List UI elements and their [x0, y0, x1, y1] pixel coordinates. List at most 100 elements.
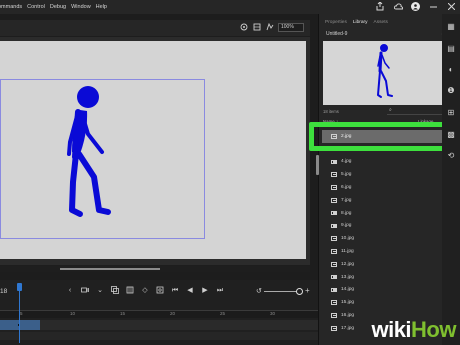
blank-keyframe-icon[interactable]: [156, 286, 164, 295]
library-item[interactable]: 8.jpg: [322, 207, 446, 220]
library-item[interactable]: 15.jpg: [322, 296, 446, 309]
playhead[interactable]: [17, 283, 22, 343]
menu-window[interactable]: Window: [71, 4, 91, 10]
stage-area: [0, 37, 310, 265]
current-frame-number: 18: [0, 288, 8, 295]
highlight-box: [309, 122, 452, 151]
stage-toolbar: 100%: [0, 20, 310, 36]
library-item[interactable]: 11.jpg: [322, 245, 446, 258]
document-name: Untitled-9: [326, 31, 348, 37]
info-icon[interactable]: ❶: [446, 86, 456, 96]
timeline-layer-row[interactable]: [0, 320, 318, 330]
edit-multiple-frames-icon[interactable]: [126, 286, 134, 295]
image-icon: [331, 274, 337, 280]
image-icon: [331, 313, 337, 318]
zoom-field[interactable]: 100%: [278, 23, 304, 32]
library-item[interactable]: 5.jpg: [322, 168, 446, 181]
frame-ruler[interactable]: 5 10 15 20 25 30: [0, 310, 318, 318]
stage-horizontal-scrollbar[interactable]: [0, 266, 310, 272]
chevron-left-icon[interactable]: ‹: [66, 286, 74, 295]
tab-library[interactable]: Library: [353, 20, 368, 25]
image-icon: [331, 159, 337, 165]
library-item[interactable]: 13.jpg: [322, 271, 446, 284]
clip-icon[interactable]: [252, 23, 261, 32]
library-item-label: 11.jpg: [341, 248, 354, 254]
watermark-wiki: wiki: [371, 317, 412, 342]
step-back-icon[interactable]: ◀: [186, 286, 194, 295]
share-icon[interactable]: [375, 1, 385, 11]
image-icon: [331, 300, 337, 305]
library-item[interactable]: 7.jpg: [322, 194, 446, 207]
scrollbar-thumb[interactable]: [60, 268, 160, 270]
library-item[interactable]: 14.jpg: [322, 284, 446, 297]
timeline-panel: 18 ‹ ⌄ ◇ ⏮ ◀ ▶ ⏭ ↺ + 5 10 15 20 25 30: [0, 280, 318, 345]
image-icon: [331, 223, 337, 229]
pasteboard: [0, 41, 306, 259]
history-icon[interactable]: ⟲: [446, 151, 456, 161]
library-item-label: 6.jpg: [341, 184, 352, 190]
library-item[interactable]: 10.jpg: [322, 232, 446, 245]
search-icon: ⌕: [389, 107, 392, 113]
onion-skin-icon[interactable]: [111, 286, 119, 295]
image-icon: [331, 326, 337, 331]
camera-icon[interactable]: [81, 286, 89, 295]
library-item-label: 17.jpg: [341, 325, 355, 331]
edit-scene-icon[interactable]: [265, 22, 274, 32]
watermark-how: How: [411, 317, 456, 342]
library-item[interactable]: 12.jpg: [322, 258, 446, 271]
window-controls: [375, 1, 456, 11]
preview-figure: [377, 44, 393, 98]
color-icon[interactable]: ◐: [446, 65, 456, 75]
ruler-mark: 25: [220, 311, 226, 316]
tab-assets[interactable]: Assets: [374, 20, 388, 25]
playhead-line: [19, 291, 20, 343]
user-icon[interactable]: [411, 1, 420, 11]
loop-icon[interactable]: ↺: [256, 287, 262, 295]
menu-debug[interactable]: Debug: [50, 4, 66, 10]
menu-commands[interactable]: ommands: [0, 4, 22, 10]
library-item-label: 14.jpg: [341, 287, 355, 293]
timeline-zoom-slider[interactable]: ↺ +: [256, 286, 316, 295]
panel-scrollbar[interactable]: [316, 155, 319, 175]
library-item[interactable]: 4.jpg: [322, 156, 446, 169]
document-dropdown[interactable]: Untitled-9 ⌄: [323, 29, 447, 39]
image-icon: [331, 249, 337, 254]
library-item-label: 5.jpg: [341, 172, 352, 178]
library-item[interactable]: 9.jpg: [322, 220, 446, 233]
ruler-mark: 30: [270, 311, 276, 316]
align-icon[interactable]: ▤: [446, 44, 456, 54]
library-item-label: 13.jpg: [341, 274, 355, 280]
stick-figure[interactable]: [58, 82, 118, 222]
timeline-layer-row[interactable]: [0, 332, 318, 340]
library-item-label: 8.jpg: [341, 210, 352, 216]
last-frame-icon[interactable]: ⏭: [216, 286, 224, 295]
library-search[interactable]: ⌕: [387, 107, 443, 115]
timeline-controls: ‹ ⌄ ◇ ⏮ ◀ ▶ ⏭: [66, 286, 224, 295]
library-preview: [323, 41, 447, 105]
first-frame-icon[interactable]: ⏮: [171, 286, 179, 295]
center-stage-icon[interactable]: [239, 23, 248, 32]
add-icon[interactable]: +: [305, 286, 310, 295]
minimize-icon[interactable]: [428, 1, 438, 11]
panel-icon-strip: ▦ ▤ ◐ ❶ ⊞ ▩ ⟲: [442, 14, 460, 345]
menu-control[interactable]: Control: [27, 4, 45, 10]
keyframe-icon[interactable]: ◇: [141, 286, 149, 295]
library-item-label: 16.jpg: [341, 312, 355, 318]
menu-help[interactable]: Help: [96, 4, 107, 10]
tab-properties[interactable]: Properties: [325, 20, 347, 25]
stage-tools: 100%: [239, 22, 304, 32]
library-item[interactable]: 6.jpg: [322, 181, 446, 194]
ruler-mark: 20: [170, 311, 176, 316]
swatches-icon[interactable]: ▩: [446, 130, 456, 140]
cloud-icon[interactable]: [393, 1, 403, 11]
image-icon: [331, 287, 337, 293]
properties-icon[interactable]: ▦: [446, 22, 456, 32]
close-icon[interactable]: [446, 1, 456, 11]
playhead-handle[interactable]: [17, 283, 22, 291]
chevron-down-icon[interactable]: ⌄: [96, 286, 104, 295]
play-icon[interactable]: ▶: [201, 286, 209, 295]
slider-knob[interactable]: [296, 288, 303, 295]
library-item-label: 10.jpg: [341, 236, 355, 242]
library-item-label: 15.jpg: [341, 300, 355, 306]
transform-icon[interactable]: ⊞: [446, 108, 456, 118]
